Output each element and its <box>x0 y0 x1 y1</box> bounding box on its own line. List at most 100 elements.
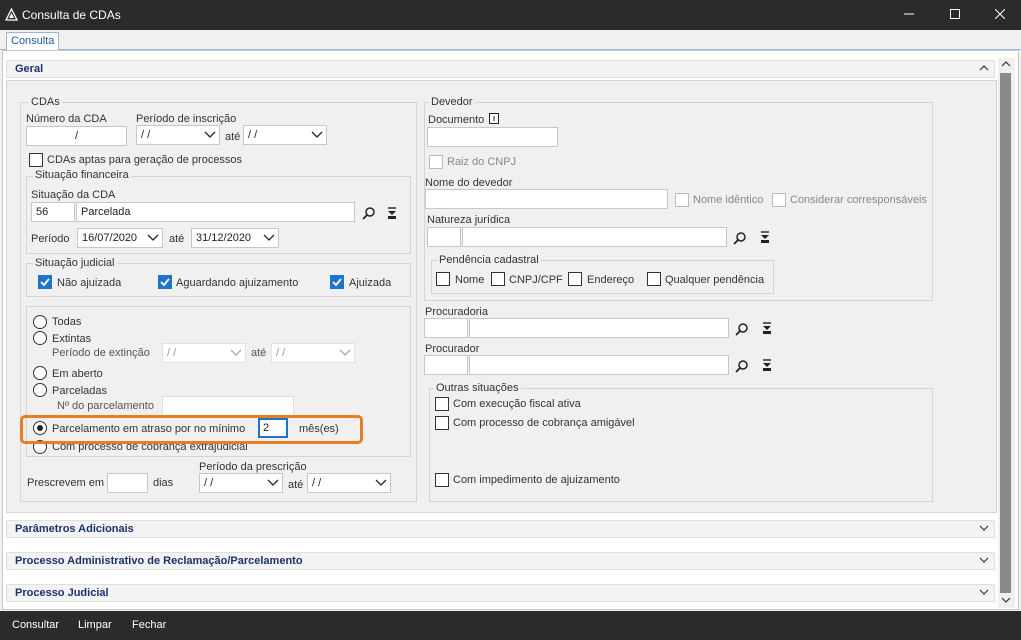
numero-cda-input[interactable]: / <box>26 126 127 146</box>
todas-radio[interactable] <box>33 315 47 329</box>
search-icon[interactable] <box>733 231 747 245</box>
devedor-group-label: Devedor <box>429 96 475 108</box>
cdas-aptas-checkbox[interactable] <box>29 153 43 167</box>
pend-cnpj-label: CNPJ/CPF <box>509 274 563 286</box>
minimize-button[interactable] <box>886 0 932 30</box>
section-parametros-label: Parâmetros Adicionais <box>15 523 134 535</box>
periodo-inscricao-from[interactable]: / / <box>136 125 220 145</box>
situacao-cda-label: Situação da CDA <box>31 189 116 201</box>
nome-identico-checkbox[interactable] <box>675 193 689 207</box>
ajuizada-checkbox[interactable] <box>330 275 344 289</box>
clear-filter-icon[interactable] <box>385 206 399 220</box>
procuradoria-label: Procuradoria <box>425 306 488 318</box>
clear-filter-icon[interactable] <box>758 230 772 244</box>
documento-input[interactable] <box>427 127 558 147</box>
extintas-radio[interactable] <box>33 331 47 345</box>
situacao-cda-descricao[interactable]: Parcelada <box>76 202 355 222</box>
search-icon[interactable] <box>735 322 749 336</box>
outras-group-label: Outras situações <box>434 382 521 394</box>
raiz-cnpj-label: Raiz do CNPJ <box>447 156 517 168</box>
periodo-prescricao-label: Período da prescrição <box>199 461 307 473</box>
limpar-button[interactable]: Limpar <box>78 619 112 631</box>
pend-cnpj-checkbox[interactable] <box>491 272 505 286</box>
clear-filter-icon[interactable] <box>760 321 774 335</box>
app-icon <box>5 8 18 21</box>
pend-endereco-checkbox[interactable] <box>568 272 582 286</box>
section-processo-judicial-header[interactable]: Processo Judicial <box>6 584 995 602</box>
prescricao-from-value: / / <box>204 477 214 489</box>
chevron-down-icon <box>204 131 216 138</box>
periodo-inscricao-to[interactable]: / / <box>243 125 327 145</box>
tab-consulta[interactable]: Consulta <box>6 32 60 51</box>
parceladas-radio[interactable] <box>33 383 47 397</box>
check-icon <box>40 278 50 287</box>
chevron-down-icon <box>230 349 242 356</box>
procuradoria-descricao[interactable] <box>469 318 729 338</box>
execucao-checkbox[interactable] <box>435 397 449 411</box>
impedimento-checkbox[interactable] <box>435 473 449 487</box>
situacao-financeira-label: Situação financeira <box>33 169 131 181</box>
cdas-group-label: CDAs <box>29 96 62 108</box>
pend-qualquer-label: Qualquer pendência <box>665 274 765 286</box>
close-button[interactable] <box>977 0 1021 30</box>
nao-ajuizada-label: Não ajuizada <box>57 277 122 289</box>
periodo-extincao-to[interactable]: / / <box>271 343 355 363</box>
chevron-down-icon <box>263 234 275 241</box>
search-icon[interactable] <box>735 359 749 373</box>
natureza-label: Natureza jurídica <box>427 214 511 226</box>
maximize-button[interactable] <box>932 0 978 30</box>
window-title: Consulta de CDAs <box>22 8 121 22</box>
chevron-up-icon <box>979 65 989 71</box>
periodo-extincao-from[interactable]: / / <box>162 343 246 363</box>
minimize-icon <box>904 13 914 15</box>
procurador-codigo[interactable] <box>424 355 468 375</box>
chevron-down-icon <box>339 349 351 356</box>
periodo-to-value: 31/12/2020 <box>196 232 252 244</box>
numero-cda-label: Número da CDA <box>26 113 107 125</box>
scroll-up-icon[interactable] <box>1001 60 1011 68</box>
section-geral-label: Geral <box>15 63 44 75</box>
raiz-cnpj-checkbox[interactable] <box>429 155 443 169</box>
n-parcelamento-input[interactable] <box>162 396 294 416</box>
em-aberto-radio[interactable] <box>33 366 47 380</box>
section-parametros-header[interactable]: Parâmetros Adicionais <box>6 520 995 538</box>
info-icon[interactable] <box>489 113 499 124</box>
clear-filter-icon[interactable] <box>760 358 774 372</box>
natureza-codigo[interactable] <box>427 227 461 247</box>
cdas-aptas-label: CDAs aptas para geração de processos <box>47 154 243 166</box>
prescrevem-input[interactable] <box>107 473 148 493</box>
consultar-button[interactable]: Consultar <box>12 619 59 631</box>
vertical-scrollbar[interactable] <box>998 58 1015 608</box>
impedimento-label: Com impedimento de ajuizamento <box>453 474 620 486</box>
check-icon <box>160 278 170 287</box>
nome-devedor-input[interactable] <box>425 189 668 209</box>
section-processo-adm-header[interactable]: Processo Administrativo de Reclamação/Pa… <box>6 552 995 570</box>
chevron-down-icon <box>267 479 279 486</box>
close-icon <box>994 8 1006 20</box>
scrollbar-thumb[interactable] <box>1000 73 1011 593</box>
aguardando-label: Aguardando ajuizamento <box>176 277 299 289</box>
prescricao-to[interactable]: / / <box>307 473 391 493</box>
pend-qualquer-checkbox[interactable] <box>647 272 661 286</box>
section-geral-header[interactable]: Geral <box>6 60 995 78</box>
periodo-from-value: 16/07/2020 <box>82 232 138 244</box>
periodo-to[interactable]: 31/12/2020 <box>191 228 279 248</box>
periodo-inscricao-from-value: / / <box>141 129 151 141</box>
natureza-descricao[interactable] <box>462 227 727 247</box>
cobranca-amigavel-checkbox[interactable] <box>435 416 449 430</box>
aguardando-checkbox[interactable] <box>158 275 172 289</box>
procurador-descricao[interactable] <box>469 355 729 375</box>
fechar-button[interactable]: Fechar <box>132 619 166 631</box>
prescricao-from[interactable]: / / <box>199 473 283 493</box>
pend-nome-checkbox[interactable] <box>436 272 450 286</box>
situacao-cda-codigo[interactable]: 56 <box>31 202 75 222</box>
procuradoria-codigo[interactable] <box>424 318 468 338</box>
search-icon[interactable] <box>362 206 376 220</box>
prescricao-to-value: / / <box>312 477 322 489</box>
considerar-checkbox[interactable] <box>772 193 786 207</box>
scroll-down-icon[interactable] <box>1001 596 1011 604</box>
procurador-label: Procurador <box>425 343 480 355</box>
prescrevem-label: Prescrevem em <box>27 477 105 489</box>
nao-ajuizada-checkbox[interactable] <box>38 275 52 289</box>
periodo-from[interactable]: 16/07/2020 <box>77 228 163 248</box>
